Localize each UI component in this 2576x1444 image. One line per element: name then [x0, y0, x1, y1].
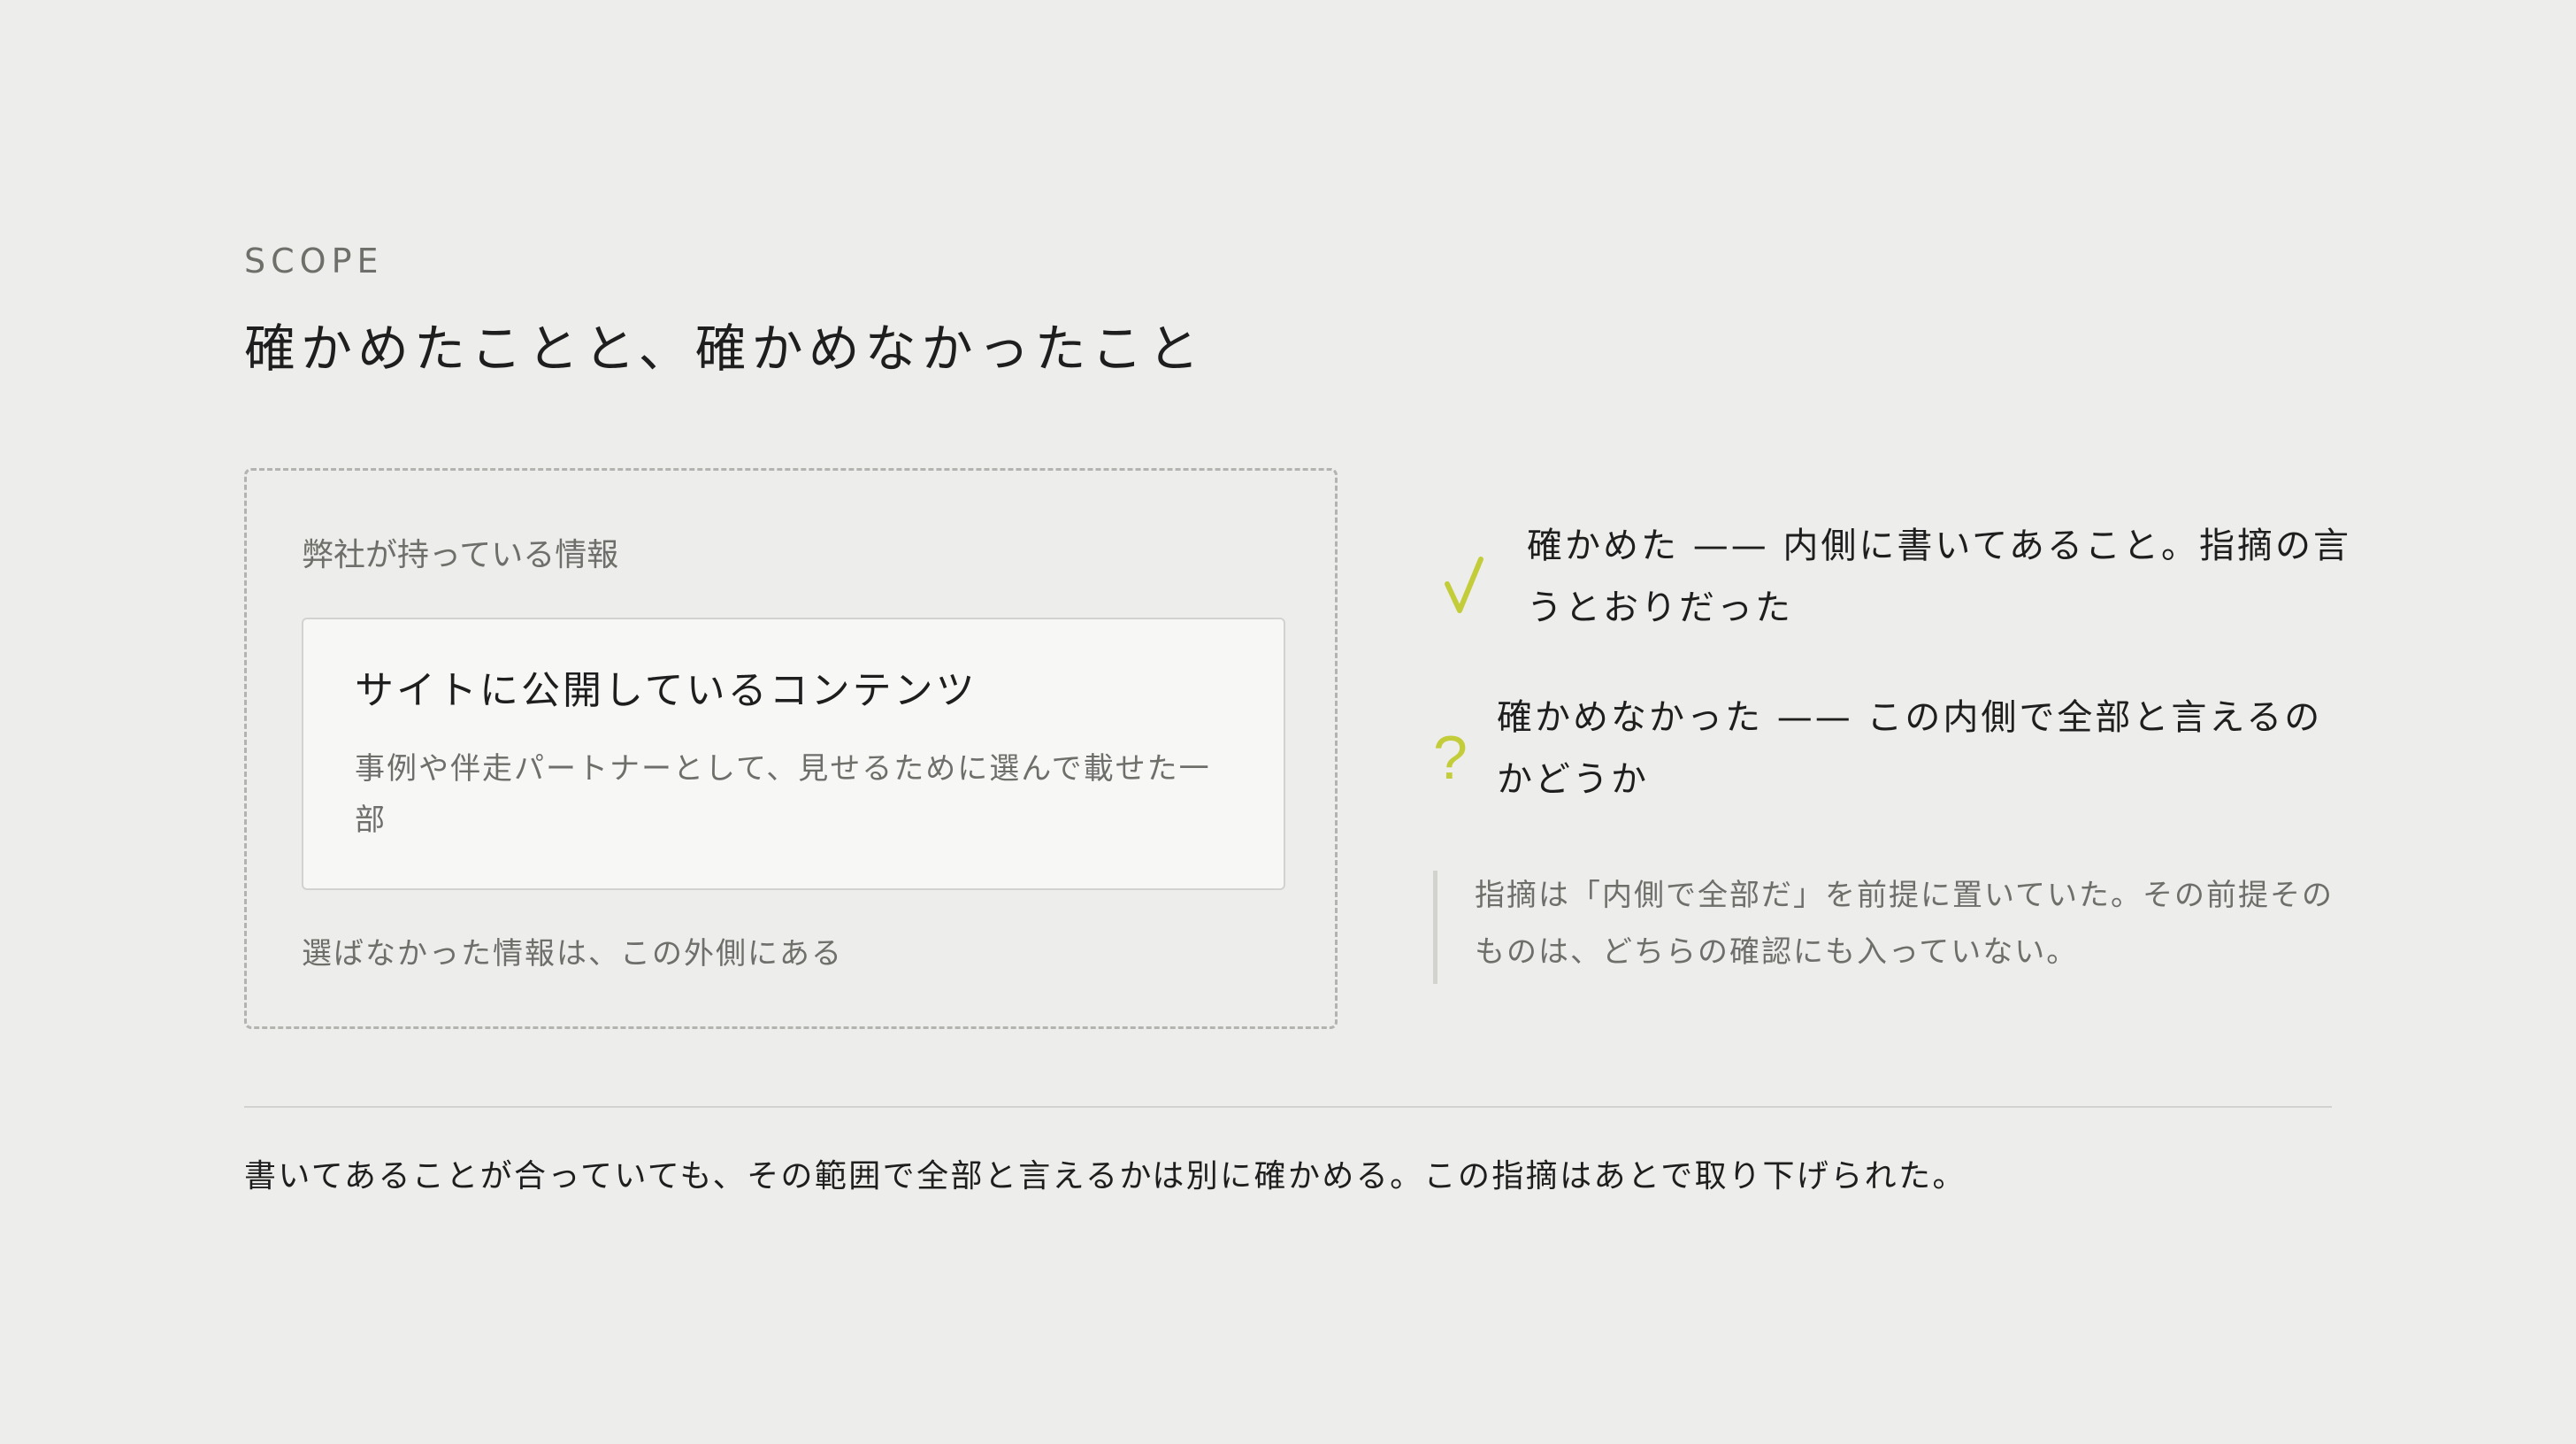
- page-title: 確かめたことと、確かめなかったこと: [244, 319, 1205, 379]
- card-title: サイトに公開しているコンテンツ: [355, 668, 978, 713]
- scope-box-label: 弊社が持っている情報: [302, 537, 619, 573]
- finding-verified-text: 確かめた —— 内側に書いてあること。指摘の言うとおりだった: [1527, 526, 2352, 628]
- finding-unverified-text: 確かめなかった —— この内側で全部と言えるのかどうか: [1497, 697, 2323, 800]
- divider: [244, 1106, 2332, 1108]
- check-icon: [1433, 552, 1486, 623]
- question-icon: ?: [1433, 723, 1468, 792]
- scope-slide: SCOPE 確かめたことと、確かめなかったこと 弊社が持っている情報 サイトに公…: [0, 0, 2576, 1444]
- finding-verified: 確かめた —— 内側に書いてあること。指摘の言うとおりだった: [1433, 515, 2353, 648]
- premise-note-text: 指摘は「内側で全部だ」を前提に置いていた。その前提そのものは、どちらの確認にも入…: [1475, 878, 2334, 970]
- section-eyebrow: SCOPE: [244, 242, 384, 280]
- card-description: 事例や伴走パートナーとして、見せるために選んで載せた一部: [355, 751, 1211, 838]
- premise-note: 指摘は「内側で全部だ」を前提に置いていた。その前提そのものは、どちらの確認にも入…: [1433, 871, 2353, 984]
- outside-note: 選ばなかった情報は、この外側にある: [302, 936, 843, 972]
- conclusion-text: 書いてあることが合っていても、その範囲で全部と言えるかは別に確かめる。この指摘は…: [244, 1158, 1966, 1194]
- scope-boundary-box: 弊社が持っている情報 サイトに公開しているコンテンツ 事例や伴走パートナーとして…: [244, 468, 1338, 1029]
- published-content-card: サイトに公開しているコンテンツ 事例や伴走パートナーとして、見せるために選んで載…: [302, 618, 1285, 890]
- finding-unverified: ? 確かめなかった —— この内側で全部と言えるのかどうか: [1433, 687, 2353, 819]
